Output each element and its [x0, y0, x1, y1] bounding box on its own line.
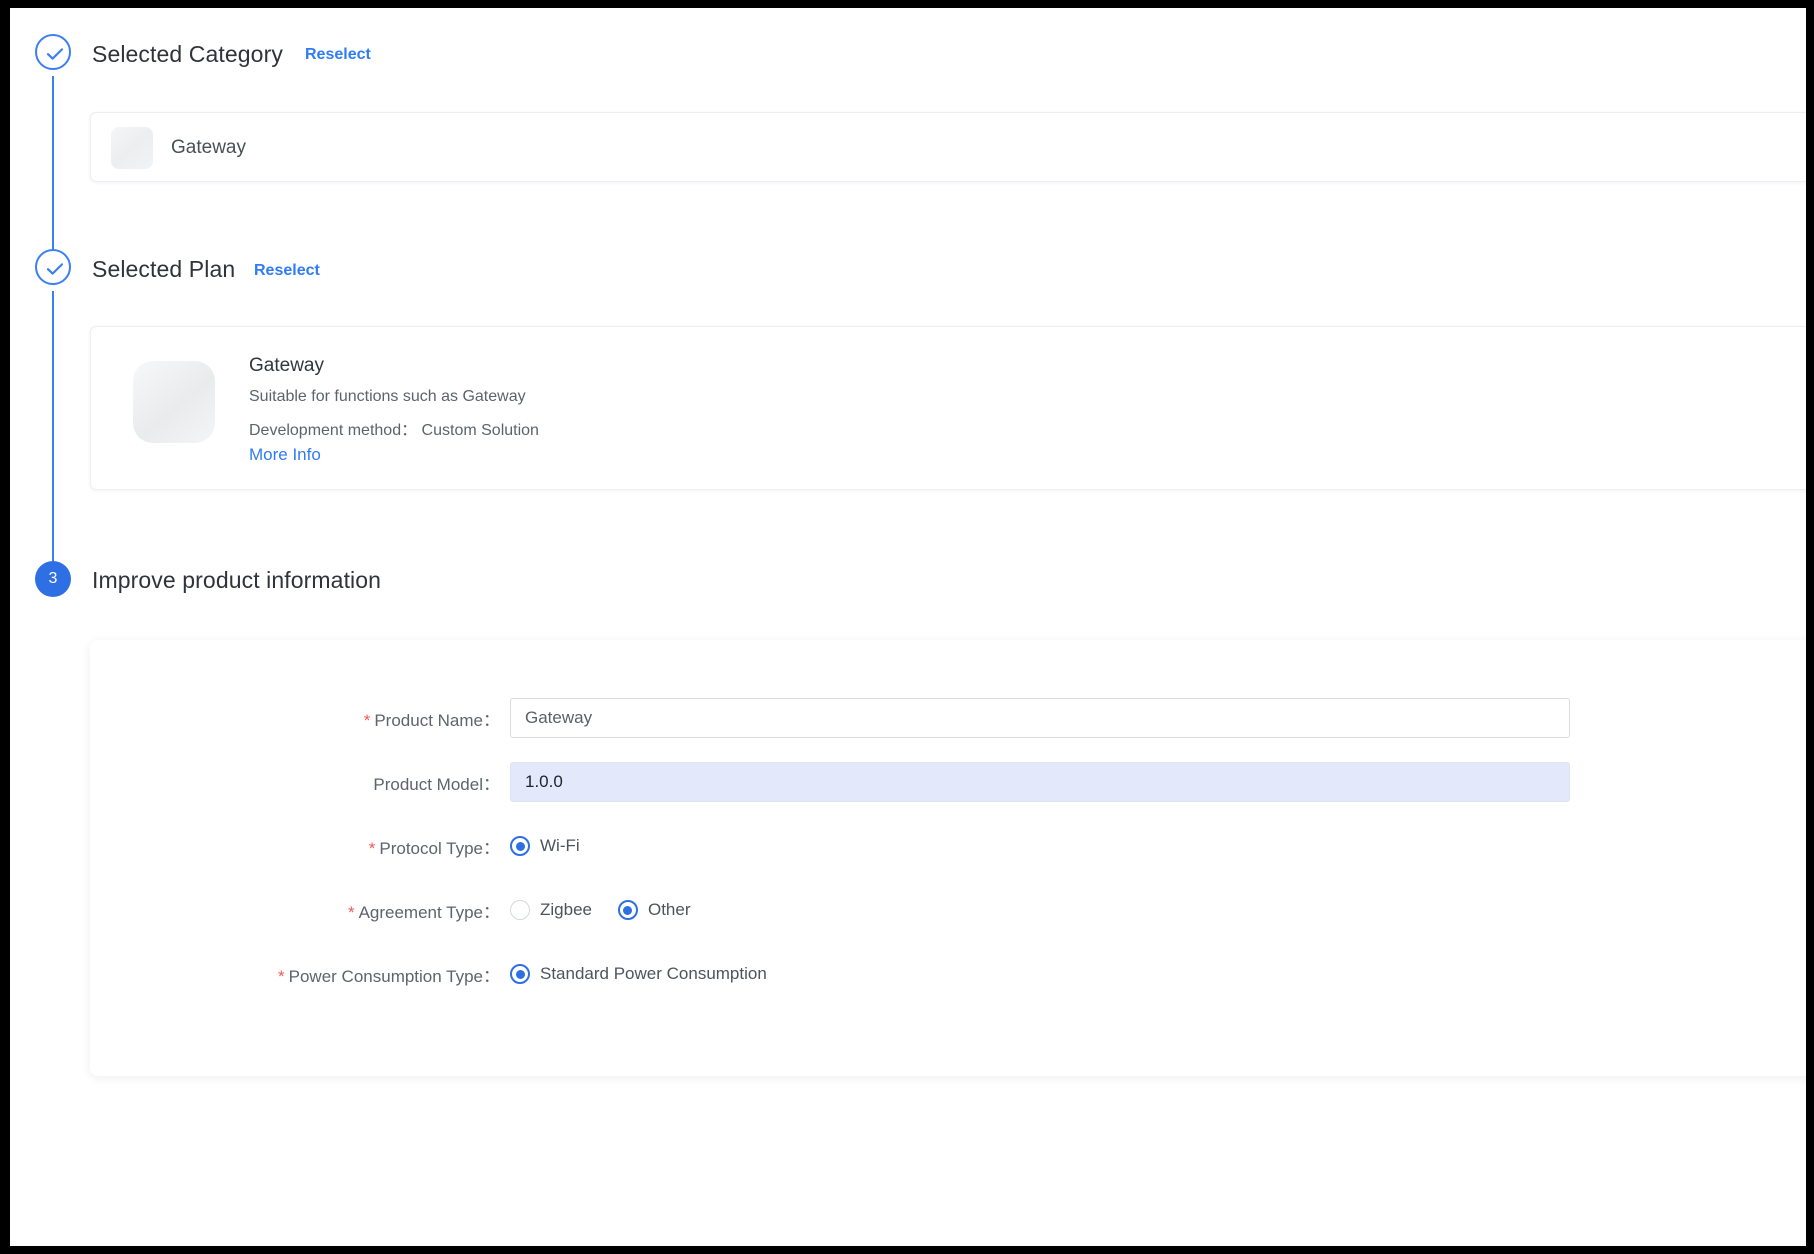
category-thumbnail-icon	[111, 127, 153, 169]
step-connector-1	[52, 76, 54, 254]
radio-dot-icon	[510, 964, 530, 984]
required-marker: *	[363, 710, 371, 730]
form-row-product-name: * Product Name：	[90, 698, 1570, 738]
required-marker: *	[368, 838, 376, 858]
plan-thumbnail-icon	[133, 361, 215, 443]
radio-label: Zigbee	[540, 900, 592, 919]
form-row-protocol-type: * Protocol Type： Wi-Fi	[90, 826, 606, 866]
radio-label: Other	[647, 900, 691, 919]
form-row-agreement-type: * Agreement Type： Zigbee Other	[90, 890, 717, 930]
step-3-badge: 3	[35, 561, 71, 597]
radio-dot-icon	[617, 900, 638, 920]
step-2-check-icon	[35, 249, 71, 285]
protocol-type-label: * Protocol Type：	[90, 834, 510, 859]
selected-category-card[interactable]: Gateway	[90, 112, 1806, 182]
product-name-label: * Product Name：	[90, 706, 510, 731]
radio-label: Standard Power Consumption	[540, 964, 767, 983]
plan-development-method: Development method： Custom Solution	[249, 416, 539, 440]
radio-label: Wi-Fi	[540, 836, 580, 855]
form-row-power-consumption-type: * Power Consumption Type： Standard Power …	[90, 954, 793, 994]
radio-dot-icon	[510, 836, 530, 856]
protocol-type-label-text: Protocol Type：	[379, 838, 500, 858]
more-info-link[interactable]: More Info	[249, 445, 321, 465]
power-consumption-radio-group: Standard Power Consumption	[510, 964, 793, 984]
product-model-label-text: Product Model：	[373, 774, 500, 794]
product-creation-page: Selected Category Reselect Gateway Selec…	[10, 8, 1806, 1246]
protocol-type-radio-group: Wi-Fi	[510, 836, 606, 856]
agreement-type-label: * Agreement Type：	[90, 898, 510, 923]
step-2-title: Selected Plan	[92, 256, 236, 282]
development-method-value: Custom Solution	[421, 422, 539, 439]
product-name-input[interactable]	[510, 698, 1570, 738]
reselect-plan-link[interactable]: Reselect	[254, 262, 320, 280]
reselect-category-link[interactable]: Reselect	[305, 46, 371, 64]
plan-description: Suitable for functions such as Gateway	[249, 388, 526, 405]
step-1-check-icon	[35, 34, 71, 70]
radio-agreement-zigbee[interactable]: Zigbee	[510, 900, 592, 920]
category-name: Gateway	[171, 137, 246, 158]
step-connector-2	[52, 291, 54, 564]
product-information-form: *Product Name： Product Model： *Protocol …	[90, 640, 1806, 1076]
development-method-label: Development method：	[249, 422, 418, 439]
power-consumption-type-label: * Power Consumption Type：	[90, 962, 510, 987]
selected-plan-card[interactable]: Gateway Suitable for functions such as G…	[90, 326, 1806, 490]
step-3-title: Improve product information	[92, 567, 382, 593]
product-model-input[interactable]	[510, 762, 1570, 802]
radio-agreement-other[interactable]: Other	[617, 900, 691, 920]
required-marker: *	[278, 966, 285, 986]
required-marker: *	[347, 902, 355, 922]
product-model-label: Product Model：	[90, 770, 510, 795]
form-row-product-model: Product Model：	[90, 762, 1570, 802]
agreement-type-radio-group: Zigbee Other	[510, 900, 717, 920]
step-1-title: Selected Category	[92, 41, 283, 67]
radio-standard-power-consumption[interactable]: Standard Power Consumption	[510, 964, 767, 984]
radio-dot-icon	[510, 900, 530, 920]
product-name-label-text: Product Name：	[374, 710, 500, 730]
radio-protocol-wifi[interactable]: Wi-Fi	[510, 836, 580, 856]
plan-title: Gateway	[249, 355, 324, 376]
power-consumption-type-label-text: Power Consumption Type：	[288, 966, 500, 986]
agreement-type-label-text: Agreement Type：	[358, 902, 500, 922]
